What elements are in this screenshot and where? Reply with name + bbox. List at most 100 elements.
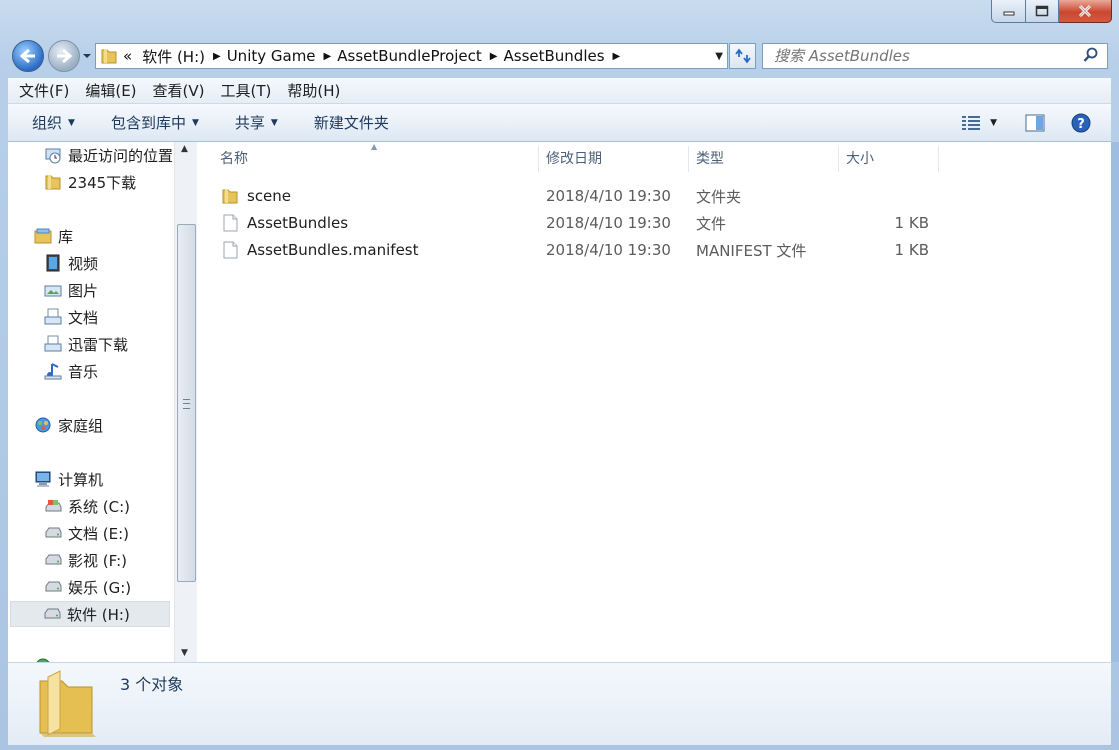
chevron-down-icon: ▼ xyxy=(270,117,278,128)
nav-item-drive-c[interactable]: 系统 (C:) xyxy=(44,493,130,519)
nav-item-homegroup[interactable]: 家庭组 xyxy=(34,412,103,438)
preview-pane-icon xyxy=(1025,114,1045,131)
change-view-button[interactable] xyxy=(962,115,982,131)
file-list: ▲ 名称 修改日期 类型 大小 scene 2018/4/10 19:30 文件… xyxy=(197,142,1111,662)
file-name: scene xyxy=(247,187,292,205)
column-header-size[interactable]: 大小 xyxy=(846,142,874,174)
help-icon: ? xyxy=(1071,113,1091,132)
library-icon xyxy=(34,227,52,245)
address-bar[interactable]: « 软件 (H:) ▶ Unity Game ▶ AssetBundleProjec… xyxy=(95,43,728,69)
nav-label: 迅雷下载 xyxy=(68,335,129,354)
breadcrumb-item[interactable]: 软件 (H:) ▶ xyxy=(142,46,221,67)
breadcrumb-overflow[interactable]: « xyxy=(123,47,132,65)
column-divider[interactable] xyxy=(538,146,539,172)
column-header-modified[interactable]: 修改日期 xyxy=(546,142,602,174)
navigation-scrollbar[interactable]: ▲ ▼ xyxy=(174,142,198,662)
menu-tools[interactable]: 工具(T) xyxy=(213,80,280,101)
explorer-window: « 软件 (H:) ▶ Unity Game ▶ AssetBundleProjec… xyxy=(0,0,1119,750)
download-folder-icon xyxy=(44,335,62,353)
column-divider[interactable] xyxy=(688,146,689,172)
nav-item-drive-g[interactable]: 娱乐 (G:) xyxy=(44,574,131,600)
preview-pane-button[interactable] xyxy=(1025,114,1045,132)
drive-icon xyxy=(44,578,62,596)
computer-icon xyxy=(34,470,52,488)
nav-item-drive-f[interactable]: 影视 (F:) xyxy=(44,547,127,573)
scroll-up-icon[interactable]: ▲ xyxy=(181,144,188,154)
column-divider[interactable] xyxy=(938,146,939,172)
help-button[interactable]: ? xyxy=(1071,113,1091,133)
breadcrumb-item[interactable]: AssetBundles ▶ xyxy=(504,47,621,65)
organize-button[interactable]: 组织 ▼ xyxy=(32,112,75,133)
breadcrumb-item[interactable]: Unity Game ▶ xyxy=(227,47,332,65)
breadcrumb-label: 软件 (H:) xyxy=(142,47,205,66)
recent-pages-dropdown[interactable] xyxy=(82,50,92,62)
maximize-button[interactable] xyxy=(1026,0,1059,23)
details-view-icon xyxy=(962,115,981,130)
breadcrumb-arrow-icon[interactable]: ▶ xyxy=(490,51,498,62)
address-history-dropdown[interactable]: ▼ xyxy=(715,51,723,62)
column-divider[interactable] xyxy=(838,146,839,172)
nav-item-xunlei-download[interactable]: 迅雷下载 xyxy=(44,331,128,357)
menu-view[interactable]: 查看(V) xyxy=(145,80,213,101)
chevron-down-icon xyxy=(83,54,91,58)
nav-item-computer[interactable]: 计算机 xyxy=(34,466,103,492)
command-bar-right: ▼ ? xyxy=(962,104,1111,141)
nav-label: 2345下载 xyxy=(68,173,137,192)
grip-icon xyxy=(183,399,190,409)
forward-button[interactable] xyxy=(48,40,80,72)
menu-file[interactable]: 文件(F) xyxy=(8,80,77,101)
new-folder-button[interactable]: 新建文件夹 xyxy=(314,112,389,133)
menu-edit[interactable]: 编辑(E) xyxy=(77,80,144,101)
include-label: 包含到库中 xyxy=(110,114,186,132)
file-icon xyxy=(222,210,238,236)
file-size: 1 KB xyxy=(894,241,929,259)
file-modified: 2018/4/10 19:30 xyxy=(546,214,671,232)
scrollbar-thumb[interactable] xyxy=(177,224,196,582)
search-icon[interactable] xyxy=(1083,47,1099,63)
menu-bar: 文件(F) 编辑(E) 查看(V) 工具(T) 帮助(H) xyxy=(8,78,1111,104)
minimize-icon xyxy=(1003,11,1014,16)
file-type: 文件 xyxy=(696,214,727,233)
file-row[interactable]: AssetBundles.manifest 2018/4/10 19:30 MA… xyxy=(197,237,1111,263)
menu-help[interactable]: 帮助(H) xyxy=(279,80,348,101)
nav-label: 图片 xyxy=(68,281,99,300)
nav-item-documents[interactable]: 文档 xyxy=(44,304,98,330)
nav-item-library[interactable]: 库 xyxy=(34,223,73,249)
share-button[interactable]: 共享 ▼ xyxy=(235,112,278,133)
homegroup-icon xyxy=(34,416,52,434)
nav-item-2345-download[interactable]: 2345下载 xyxy=(44,169,136,195)
breadcrumb-arrow-icon[interactable]: ▶ xyxy=(613,51,621,62)
nav-item-drive-h[interactable]: 软件 (H:) xyxy=(10,601,170,627)
file-row[interactable]: scene 2018/4/10 19:30 文件夹 xyxy=(197,183,1111,209)
svg-text:?: ? xyxy=(1077,117,1085,132)
column-header-type[interactable]: 类型 xyxy=(696,142,724,174)
breadcrumb-item[interactable]: AssetBundleProject ▶ xyxy=(337,47,497,65)
nav-label: 影视 (F:) xyxy=(68,551,127,570)
scroll-down-icon[interactable]: ▼ xyxy=(181,648,188,658)
nav-item-music[interactable]: 音乐 xyxy=(44,358,98,384)
drive-icon xyxy=(44,524,62,542)
refresh-icon xyxy=(734,48,751,64)
nav-item-network-partial[interactable] xyxy=(34,653,58,662)
search-box[interactable] xyxy=(762,43,1108,69)
breadcrumb-arrow-icon[interactable]: ▶ xyxy=(324,51,332,62)
system-drive-icon xyxy=(44,497,62,515)
back-button[interactable] xyxy=(12,40,44,72)
file-row[interactable]: AssetBundles 2018/4/10 19:30 文件 1 KB xyxy=(197,210,1111,236)
search-input[interactable] xyxy=(772,46,1076,66)
details-pane: 3 个对象 xyxy=(8,662,1111,745)
column-header-name[interactable]: 名称 xyxy=(220,142,248,174)
breadcrumb-label: AssetBundleProject xyxy=(337,47,482,65)
refresh-button[interactable] xyxy=(729,43,756,69)
nav-item-drive-e[interactable]: 文档 (E:) xyxy=(44,520,129,546)
nav-item-recent[interactable]: 最近访问的位置 xyxy=(44,142,173,168)
folder-icon xyxy=(222,183,238,209)
nav-label: 娱乐 (G:) xyxy=(68,578,132,597)
minimize-button[interactable] xyxy=(991,0,1026,23)
breadcrumb-arrow-icon[interactable]: ▶ xyxy=(213,51,221,62)
close-button[interactable] xyxy=(1059,0,1112,23)
include-in-library-button[interactable]: 包含到库中 ▼ xyxy=(111,112,199,133)
nav-item-pictures[interactable]: 图片 xyxy=(44,277,98,303)
view-options-dropdown[interactable]: ▼ xyxy=(990,118,997,128)
nav-item-videos[interactable]: 视频 xyxy=(44,250,98,276)
